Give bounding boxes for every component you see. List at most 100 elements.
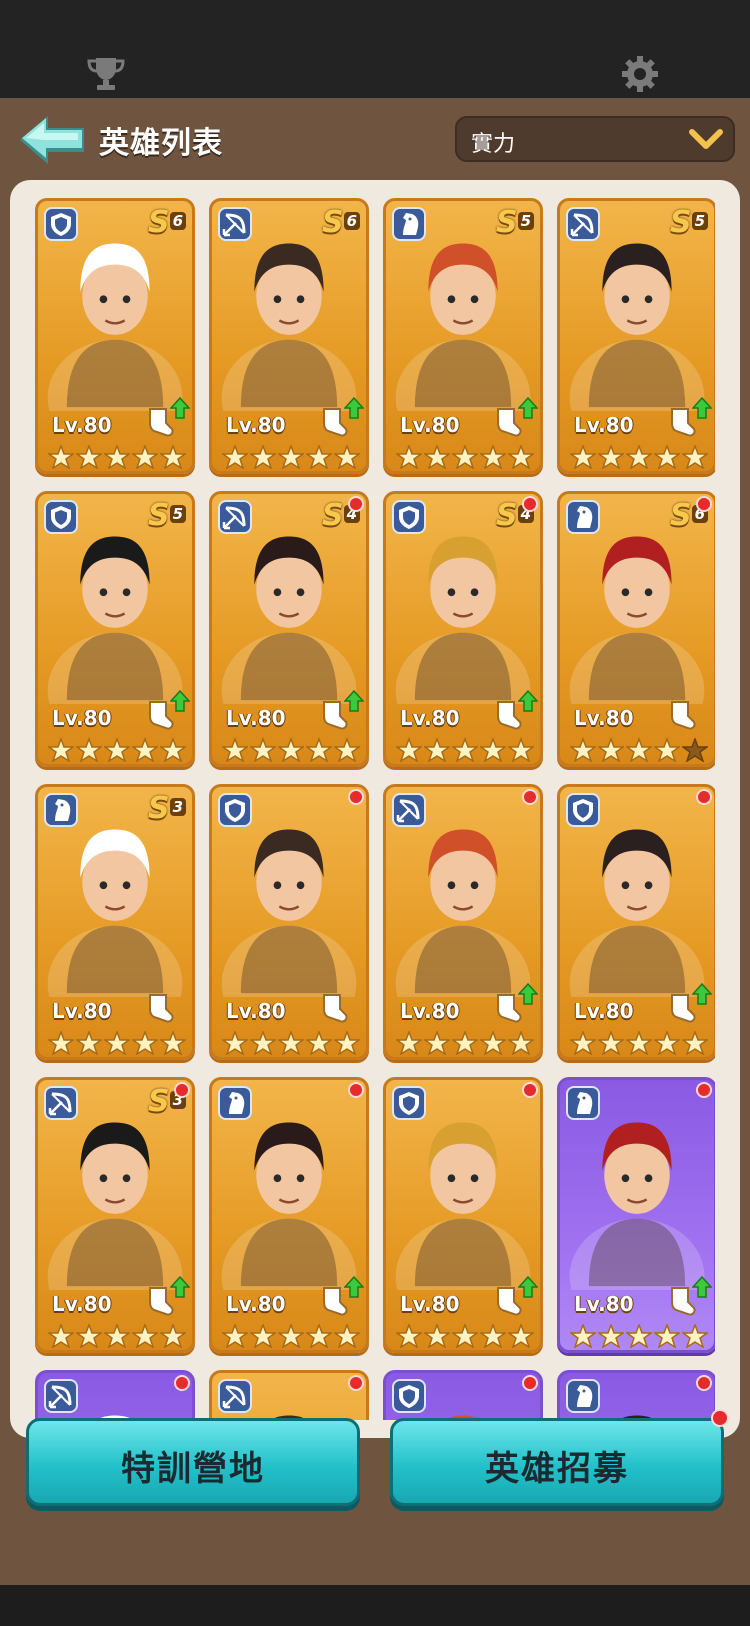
header: 英雄列表 實力 xyxy=(0,98,750,178)
star-rating xyxy=(48,738,188,762)
hero-level: Lv.80 xyxy=(574,999,634,1023)
hero-card[interactable]: Lv.80 xyxy=(209,1077,369,1353)
notification-dot xyxy=(696,1082,712,1098)
rank-letter: S xyxy=(147,498,170,533)
star-rating xyxy=(222,1324,362,1348)
hero-card[interactable]: S 3 Lv.80 xyxy=(35,784,195,1060)
hero-class-shield-icon xyxy=(392,500,426,534)
page-title: 英雄列表 xyxy=(99,126,223,161)
rank-letter: S xyxy=(147,205,170,240)
hero-card[interactable]: S 6 Lv.80 xyxy=(557,491,715,767)
top-bar xyxy=(0,0,750,98)
hero-rank-badge: S5 xyxy=(148,498,186,533)
hero-card[interactable] xyxy=(35,1370,195,1420)
equipment-icon xyxy=(323,994,348,1023)
star-rating xyxy=(570,1031,710,1055)
hero-card[interactable]: Lv.80 xyxy=(557,784,715,1060)
sort-dropdown[interactable]: 實力 xyxy=(455,116,735,162)
hero-class-horse-icon xyxy=(566,1379,600,1413)
hero-card[interactable]: S 5 Lv.80 xyxy=(35,491,195,767)
hero-class-bow-icon xyxy=(44,1086,78,1120)
star-rating xyxy=(570,445,710,469)
star-rating xyxy=(222,738,362,762)
notification-dot xyxy=(696,1375,712,1391)
rank-number: 3 xyxy=(169,798,186,816)
hero-class-horse-icon xyxy=(566,500,600,534)
star-rating xyxy=(396,1324,536,1348)
hero-class-bow-icon xyxy=(566,207,600,241)
upgrade-arrow-icon xyxy=(344,690,364,712)
training-camp-button[interactable]: 特訓營地 xyxy=(26,1418,360,1506)
gear-icon[interactable] xyxy=(620,54,660,94)
rank-number: 5 xyxy=(169,505,186,523)
star-rating xyxy=(570,738,710,762)
hero-card[interactable]: S 3 Lv.80 xyxy=(35,1077,195,1353)
star-rating xyxy=(570,1324,710,1348)
hero-level: Lv.80 xyxy=(574,413,634,437)
hero-class-bow-icon xyxy=(218,207,252,241)
hero-level: Lv.80 xyxy=(226,706,286,730)
upgrade-arrow-icon xyxy=(518,397,538,419)
notification-dot xyxy=(696,789,712,805)
rank-number: 6 xyxy=(343,212,360,230)
hero-class-bow-icon xyxy=(218,500,252,534)
rank-letter: S xyxy=(669,205,692,240)
training-camp-label: 特訓營地 xyxy=(121,1449,265,1489)
upgrade-arrow-icon xyxy=(518,1276,538,1298)
hero-card[interactable]: Lv.80 xyxy=(557,1077,715,1353)
trophy-icon[interactable] xyxy=(86,56,126,92)
hero-card[interactable]: S 6 Lv.80 xyxy=(209,198,369,474)
notification-dot xyxy=(348,496,364,512)
notification-dot xyxy=(522,1082,538,1098)
hero-level: Lv.80 xyxy=(226,413,286,437)
hero-card[interactable]: S 4 Lv.80 xyxy=(209,491,369,767)
hero-card[interactable] xyxy=(557,1370,715,1420)
hero-rank-badge: S6 xyxy=(322,205,360,240)
hero-class-bow-icon xyxy=(392,793,426,827)
upgrade-arrow-icon xyxy=(170,690,190,712)
hero-recruit-button[interactable]: 英雄招募 xyxy=(390,1409,729,1506)
rank-letter: S xyxy=(321,205,344,240)
hero-class-horse-icon xyxy=(566,1086,600,1120)
notification-dot xyxy=(522,789,538,805)
hero-grid-container[interactable]: S 6 Lv.80 S 6 Lv.80 S 5 Lv.80 S 5 Lv.80 S 5 Lv.80 xyxy=(10,180,740,1438)
hero-card[interactable]: Lv.80 xyxy=(383,784,543,1060)
hero-card[interactable]: S 6 Lv.80 xyxy=(35,198,195,474)
upgrade-arrow-icon xyxy=(518,983,538,1005)
back-arrow-icon[interactable] xyxy=(16,112,88,168)
hero-class-bow-icon xyxy=(218,1379,252,1413)
hero-class-shield-icon xyxy=(566,793,600,827)
star-rating xyxy=(48,1031,188,1055)
hero-list-panel: 英雄列表 實力 S 6 Lv.80 S 6 Lv.80 S 5 Lv.80 S … xyxy=(0,98,750,1585)
hero-class-shield-icon xyxy=(218,793,252,827)
hero-card[interactable]: Lv.80 xyxy=(383,1077,543,1353)
hero-class-bow-icon xyxy=(44,1379,78,1413)
rank-letter: S xyxy=(495,498,518,533)
hero-card[interactable]: S 5 Lv.80 xyxy=(383,198,543,474)
hero-level: Lv.80 xyxy=(400,706,460,730)
hero-card[interactable]: S 5 Lv.80 xyxy=(557,198,715,474)
chevron-down-icon xyxy=(689,129,723,149)
hero-class-horse-icon xyxy=(218,1086,252,1120)
hero-card[interactable]: S 4 Lv.80 xyxy=(383,491,543,767)
hero-class-horse-icon xyxy=(392,207,426,241)
rank-number: 5 xyxy=(691,212,708,230)
hero-class-shield-icon xyxy=(392,1086,426,1120)
upgrade-arrow-icon xyxy=(518,690,538,712)
bottom-bar xyxy=(0,1585,750,1626)
rank-letter: S xyxy=(669,498,692,533)
star-rating xyxy=(222,1031,362,1055)
hero-card[interactable]: Lv.80 xyxy=(209,784,369,1060)
hero-card[interactable] xyxy=(209,1370,369,1420)
hero-level: Lv.80 xyxy=(52,999,112,1023)
star-rating xyxy=(396,738,536,762)
star-rating xyxy=(396,1031,536,1055)
hero-card[interactable] xyxy=(383,1370,543,1420)
hero-rank-badge: S3 xyxy=(148,791,186,826)
sort-value: 實力 xyxy=(471,132,516,157)
hero-level: Lv.80 xyxy=(400,999,460,1023)
star-rating xyxy=(222,445,362,469)
hero-level: Lv.80 xyxy=(52,706,112,730)
hero-class-horse-icon xyxy=(44,793,78,827)
upgrade-arrow-icon xyxy=(692,1276,712,1298)
